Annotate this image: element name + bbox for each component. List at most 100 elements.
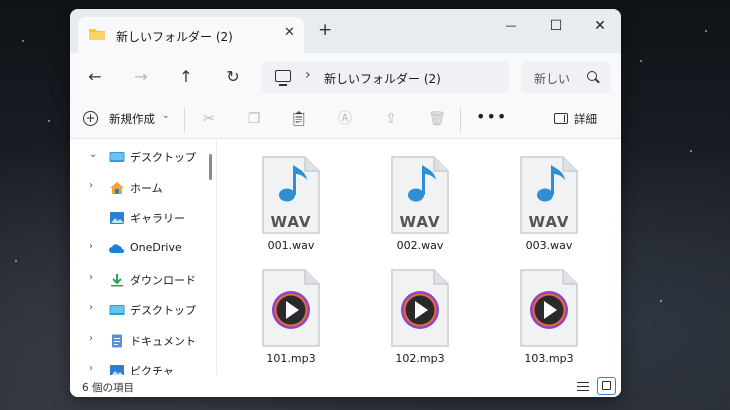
tab-folder[interactable]: 新しいフォルダー (2) ✕ [78,17,304,53]
mp3-media-file-icon [520,269,578,347]
background-star [660,300,662,302]
toolbar-divider [184,107,185,133]
delete-icon[interactable]: 🗑︎ [428,110,446,128]
command-bar: + 新規作成 ⌄ ✂ ❐ 📋︎ Ⓐ ⇪ 🗑︎ ••• 詳細 [70,101,621,139]
file-type-badge: WAV [270,213,312,231]
search-placeholder: 新しい [534,72,571,86]
file-item-103-mp3[interactable]: 103.mp3 [499,258,599,368]
address-bar[interactable]: › 新しいフォルダー (2) [261,61,509,93]
more-options-button[interactable]: ••• [476,107,507,126]
new-button-label: 新規作成 [109,112,155,126]
mp3-media-file-icon [391,269,449,347]
refresh-button[interactable]: ↻ [218,62,248,92]
new-tab-button[interactable]: + [318,20,332,40]
file-name: 102.mp3 [395,352,445,365]
up-button[interactable]: ↑ [171,62,201,92]
copy-icon[interactable]: ❐ [245,110,263,128]
background-star [705,30,707,32]
mp3-media-file-icon [262,269,320,347]
sidebar-item-desktop-2[interactable]: › デスクトップ [70,298,206,322]
close-button[interactable]: ✕ [581,14,619,38]
home-icon [110,182,124,194]
file-name: 003.wav [525,239,573,252]
chevron-right-icon[interactable]: › [89,363,93,374]
sidebar-item-desktop[interactable]: ⌄ デスクトップ [70,145,206,169]
sidebar-item-home[interactable]: › ホーム [70,176,206,200]
file-list-view: WAV 001.wav WAV 002.wav WAV 003.wav 101.… [217,139,621,375]
sidebar-item-label: ドキュメント [130,335,196,348]
tab-close-icon[interactable]: ✕ [284,25,295,40]
chevron-right-icon[interactable]: › [89,180,93,191]
minimize-button[interactable]: — [492,14,530,38]
sidebar-item-gallery[interactable]: ギャラリー [70,206,206,230]
list-icon-line [577,390,589,392]
documents-icon [112,334,122,348]
address-bar-row: ← → ↑ ↻ › 新しいフォルダー (2) 新しい [70,53,621,101]
details-pane-icon [554,113,568,124]
paste-icon[interactable]: 📋︎ [290,110,308,128]
file-name: 002.wav [396,239,444,252]
sidebar-item-label: デスクトップ [130,151,196,164]
navigation-pane: ⌄ デスクトップ › ホーム ギャラリー › OneDrive › ダウンロード… [70,139,206,375]
sidebar-item-label: ギャラリー [130,212,185,225]
cut-icon[interactable]: ✂ [200,110,218,128]
sidebar-item-label: ホーム [130,182,163,195]
chevron-right-icon[interactable]: › [89,241,93,252]
forward-button[interactable]: → [126,62,156,92]
file-item-001-wav[interactable]: WAV 001.wav [241,145,341,255]
breadcrumb-chevron-icon[interactable]: › [305,67,311,83]
pictures-icon [110,365,124,375]
folder-icon [89,29,105,40]
chevron-down-icon: ⌄ [162,111,170,121]
file-name: 001.wav [267,239,315,252]
background-star [48,120,50,122]
file-item-002-wav[interactable]: WAV 002.wav [370,145,470,255]
file-type-badge: WAV [528,213,570,231]
this-pc-icon [275,70,291,82]
background-star [15,260,17,262]
background-star [640,60,642,62]
file-item-003-wav[interactable]: WAV 003.wav [499,145,599,255]
file-item-101-mp3[interactable]: 101.mp3 [241,258,341,368]
title-bar: 新しいフォルダー (2) ✕ + — ☐ ✕ [70,9,621,53]
back-button[interactable]: ← [80,62,110,92]
background-star [690,150,692,152]
details-label: 詳細 [574,112,597,126]
search-input[interactable]: 新しい [521,61,611,93]
list-icon-line [577,386,589,388]
file-explorer-window: 新しいフォルダー (2) ✕ + — ☐ ✕ ← → ↑ ↻ › 新しいフォルダ… [70,9,621,397]
gallery-icon [110,212,124,224]
file-name: 101.mp3 [266,352,316,365]
tab-title: 新しいフォルダー (2) [116,30,233,44]
desktop-icon [109,305,125,315]
sidebar-item-downloads[interactable]: › ダウンロード [70,268,206,292]
chevron-right-icon[interactable]: › [89,333,93,344]
download-icon [111,274,123,287]
background-star [22,40,24,42]
details-view-button[interactable] [576,380,590,392]
sidebar-item-label: OneDrive [130,241,182,254]
sidebar-item-label: ダウンロード [130,274,196,287]
sidebar-item-pictures[interactable]: › ピクチャ [70,359,206,375]
list-icon-line [577,382,589,384]
toolbar-divider [460,107,461,133]
sidebar-item-label: ピクチャ [130,365,174,375]
chevron-right-icon[interactable]: › [89,302,93,313]
item-count: 6 個の項目 [82,382,135,394]
sidebar-item-onedrive[interactable]: › OneDrive [70,237,206,261]
sidebar-item-label: デスクトップ [130,304,196,317]
breadcrumb-folder[interactable]: 新しいフォルダー (2) [324,70,441,87]
sidebar-scrollbar[interactable] [209,154,212,180]
status-bar: 6 個の項目 [70,375,621,397]
rename-icon[interactable]: Ⓐ [336,110,354,128]
search-icon [587,71,597,81]
chevron-right-icon[interactable]: › [89,272,93,283]
file-item-102-mp3[interactable]: 102.mp3 [370,258,470,368]
large-icons-view-button[interactable] [597,377,616,395]
sidebar-item-documents[interactable]: › ドキュメント [70,329,206,353]
share-icon[interactable]: ⇪ [382,110,400,128]
file-type-badge: WAV [399,213,441,231]
plus-icon: + [83,111,98,126]
maximize-button[interactable]: ☐ [537,14,575,38]
chevron-down-icon[interactable]: ⌄ [89,149,97,160]
